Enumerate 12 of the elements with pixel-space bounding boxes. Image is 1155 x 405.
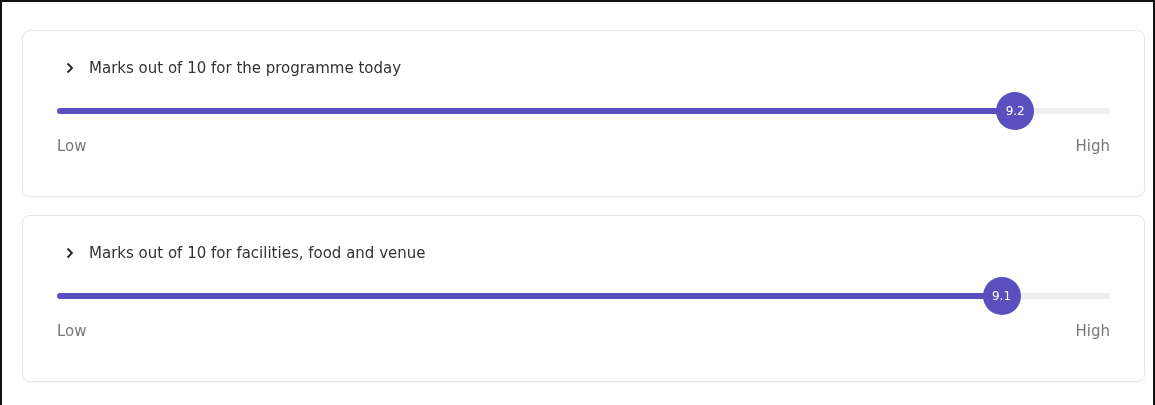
slider-thumb[interactable]: 9.1	[982, 277, 1021, 315]
slider-thumb[interactable]: 9.2	[996, 92, 1035, 130]
question-title: Marks out of 10 for the programme today	[89, 59, 402, 77]
scale-label: Low	[57, 322, 87, 340]
chevron-right-icon[interactable]	[66, 247, 74, 259]
question-title: Marks out of 10 for facilities, food and venue	[89, 244, 426, 262]
chevron-right-icon[interactable]	[66, 62, 74, 74]
scale-label: High	[1075, 137, 1110, 155]
slider[interactable]: 9.2	[57, 92, 1110, 130]
scale-label: High	[1075, 322, 1110, 340]
scale-label: Low	[57, 137, 87, 155]
slider[interactable]: 9.1	[57, 277, 1110, 315]
